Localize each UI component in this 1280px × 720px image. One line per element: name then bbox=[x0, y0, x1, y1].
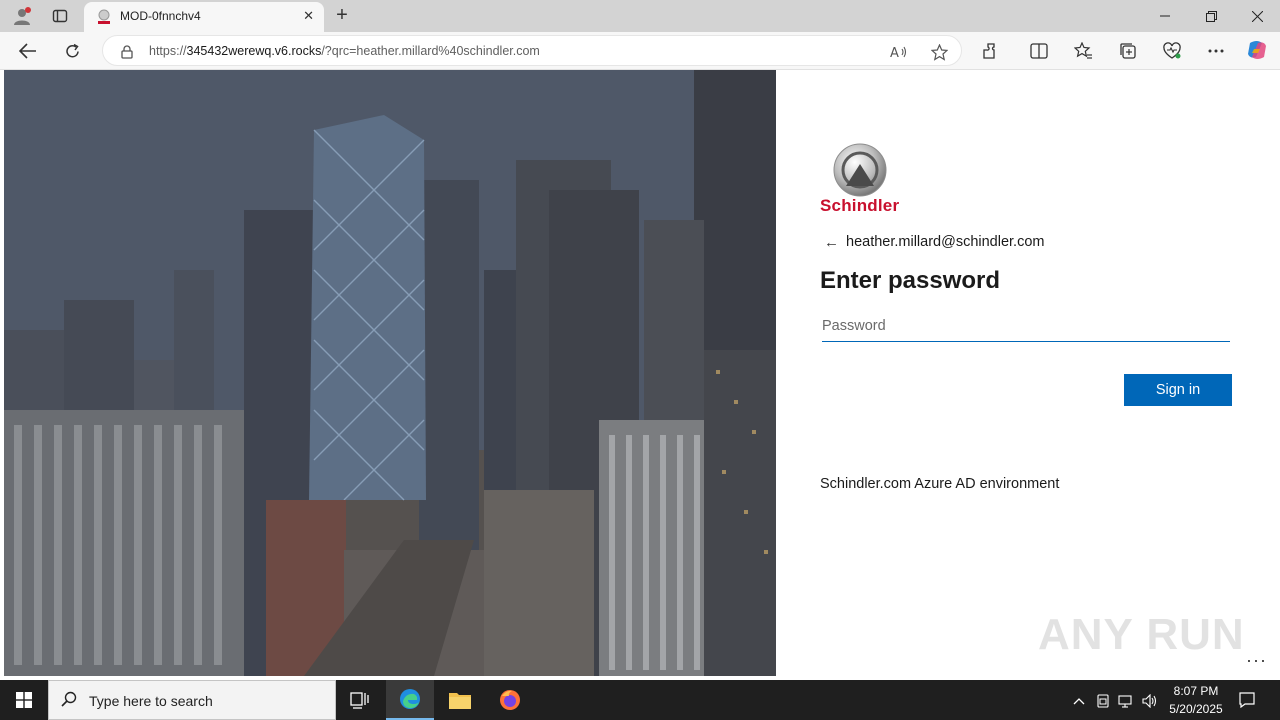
security-icon[interactable] bbox=[1094, 692, 1112, 710]
read-aloud-icon[interactable]: A bbox=[889, 42, 909, 62]
favorite-star-icon[interactable] bbox=[929, 42, 949, 62]
url-host: 345432werewq.v6.rocks bbox=[186, 44, 322, 58]
back-arrow-icon[interactable]: ← bbox=[824, 234, 839, 251]
clock-date[interactable]: 5/20/2025 bbox=[1162, 702, 1230, 716]
extensions-icon[interactable] bbox=[980, 40, 1002, 62]
tenant-description: Schindler.com Azure AD environment bbox=[820, 476, 1060, 492]
url-scheme: https:// bbox=[149, 44, 187, 58]
address-bar[interactable]: https://345432werewq.v6.rocks/?qrc=heath… bbox=[102, 35, 962, 66]
taskbar-file-explorer-button[interactable] bbox=[436, 680, 484, 720]
svg-text:A: A bbox=[890, 46, 899, 60]
close-tab-icon[interactable]: ✕ bbox=[303, 8, 314, 24]
folder-icon bbox=[449, 693, 471, 709]
search-placeholder: Type here to search bbox=[89, 693, 213, 709]
new-tab-button[interactable]: + bbox=[330, 4, 354, 28]
back-button[interactable] bbox=[14, 38, 42, 64]
page-more-options-icon[interactable]: ··· bbox=[1246, 650, 1267, 671]
url-text: https://345432werewq.v6.rocks/?qrc=heath… bbox=[149, 44, 540, 58]
profile-icon[interactable] bbox=[10, 4, 34, 28]
restore-button[interactable] bbox=[1188, 0, 1234, 32]
site-favicon-icon bbox=[96, 9, 112, 30]
network-icon[interactable] bbox=[1117, 692, 1135, 710]
windows-logo-icon bbox=[16, 692, 32, 708]
notifications-icon[interactable] bbox=[1238, 691, 1256, 709]
account-identity: heather.millard@schindler.com bbox=[846, 234, 1045, 250]
password-input[interactable] bbox=[822, 310, 1230, 342]
edge-icon bbox=[400, 689, 420, 709]
volume-icon[interactable] bbox=[1141, 692, 1159, 710]
browser-tab-strip: MOD-0fnnchv4 ✕ + bbox=[0, 0, 1280, 32]
close-window-button[interactable] bbox=[1234, 0, 1280, 32]
windows-taskbar: Type here to search 8:07 PM 5/20/2025 bbox=[0, 680, 1280, 720]
start-button[interactable] bbox=[0, 680, 48, 720]
taskbar-edge-button[interactable] bbox=[386, 680, 434, 720]
schindler-wordmark: Schindler bbox=[820, 196, 900, 215]
refresh-button[interactable] bbox=[58, 38, 86, 64]
firefox-icon bbox=[500, 690, 520, 710]
browser-essentials-icon[interactable] bbox=[1161, 40, 1183, 62]
taskbar-firefox-button[interactable] bbox=[486, 680, 534, 720]
page-content: Schindler ← heather.millard@schindler.co… bbox=[4, 70, 1276, 676]
sign-in-button[interactable]: Sign in bbox=[1124, 374, 1232, 406]
browser-toolbar: https://345432werewq.v6.rocks/?qrc=heath… bbox=[0, 32, 1280, 70]
minimize-button[interactable] bbox=[1142, 0, 1188, 32]
favorites-icon[interactable] bbox=[1072, 40, 1094, 62]
copilot-icon[interactable] bbox=[1246, 39, 1268, 61]
page-title: Enter password bbox=[820, 267, 1001, 294]
task-view-button[interactable] bbox=[336, 680, 384, 720]
tab-title: MOD-0fnnchv4 bbox=[120, 9, 201, 23]
url-path: /?qrc=heather.millard%40schindler.com bbox=[321, 44, 540, 58]
clock-time[interactable]: 8:07 PM bbox=[1166, 684, 1226, 698]
taskbar-search-box[interactable]: Type here to search bbox=[48, 680, 336, 720]
tray-overflow-icon[interactable] bbox=[1070, 692, 1088, 710]
task-view-icon bbox=[350, 692, 369, 709]
active-tab[interactable]: MOD-0fnnchv4 ✕ bbox=[84, 2, 324, 32]
anyrun-watermark: ANY RUN bbox=[1038, 610, 1245, 659]
lock-icon[interactable] bbox=[117, 42, 137, 62]
more-options-icon[interactable] bbox=[1205, 40, 1227, 62]
split-screen-icon[interactable] bbox=[1028, 40, 1050, 62]
background-cityscape-image bbox=[4, 70, 776, 676]
collections-icon[interactable] bbox=[1117, 40, 1139, 62]
tab-actions-icon[interactable] bbox=[48, 4, 72, 28]
search-icon bbox=[61, 691, 77, 711]
